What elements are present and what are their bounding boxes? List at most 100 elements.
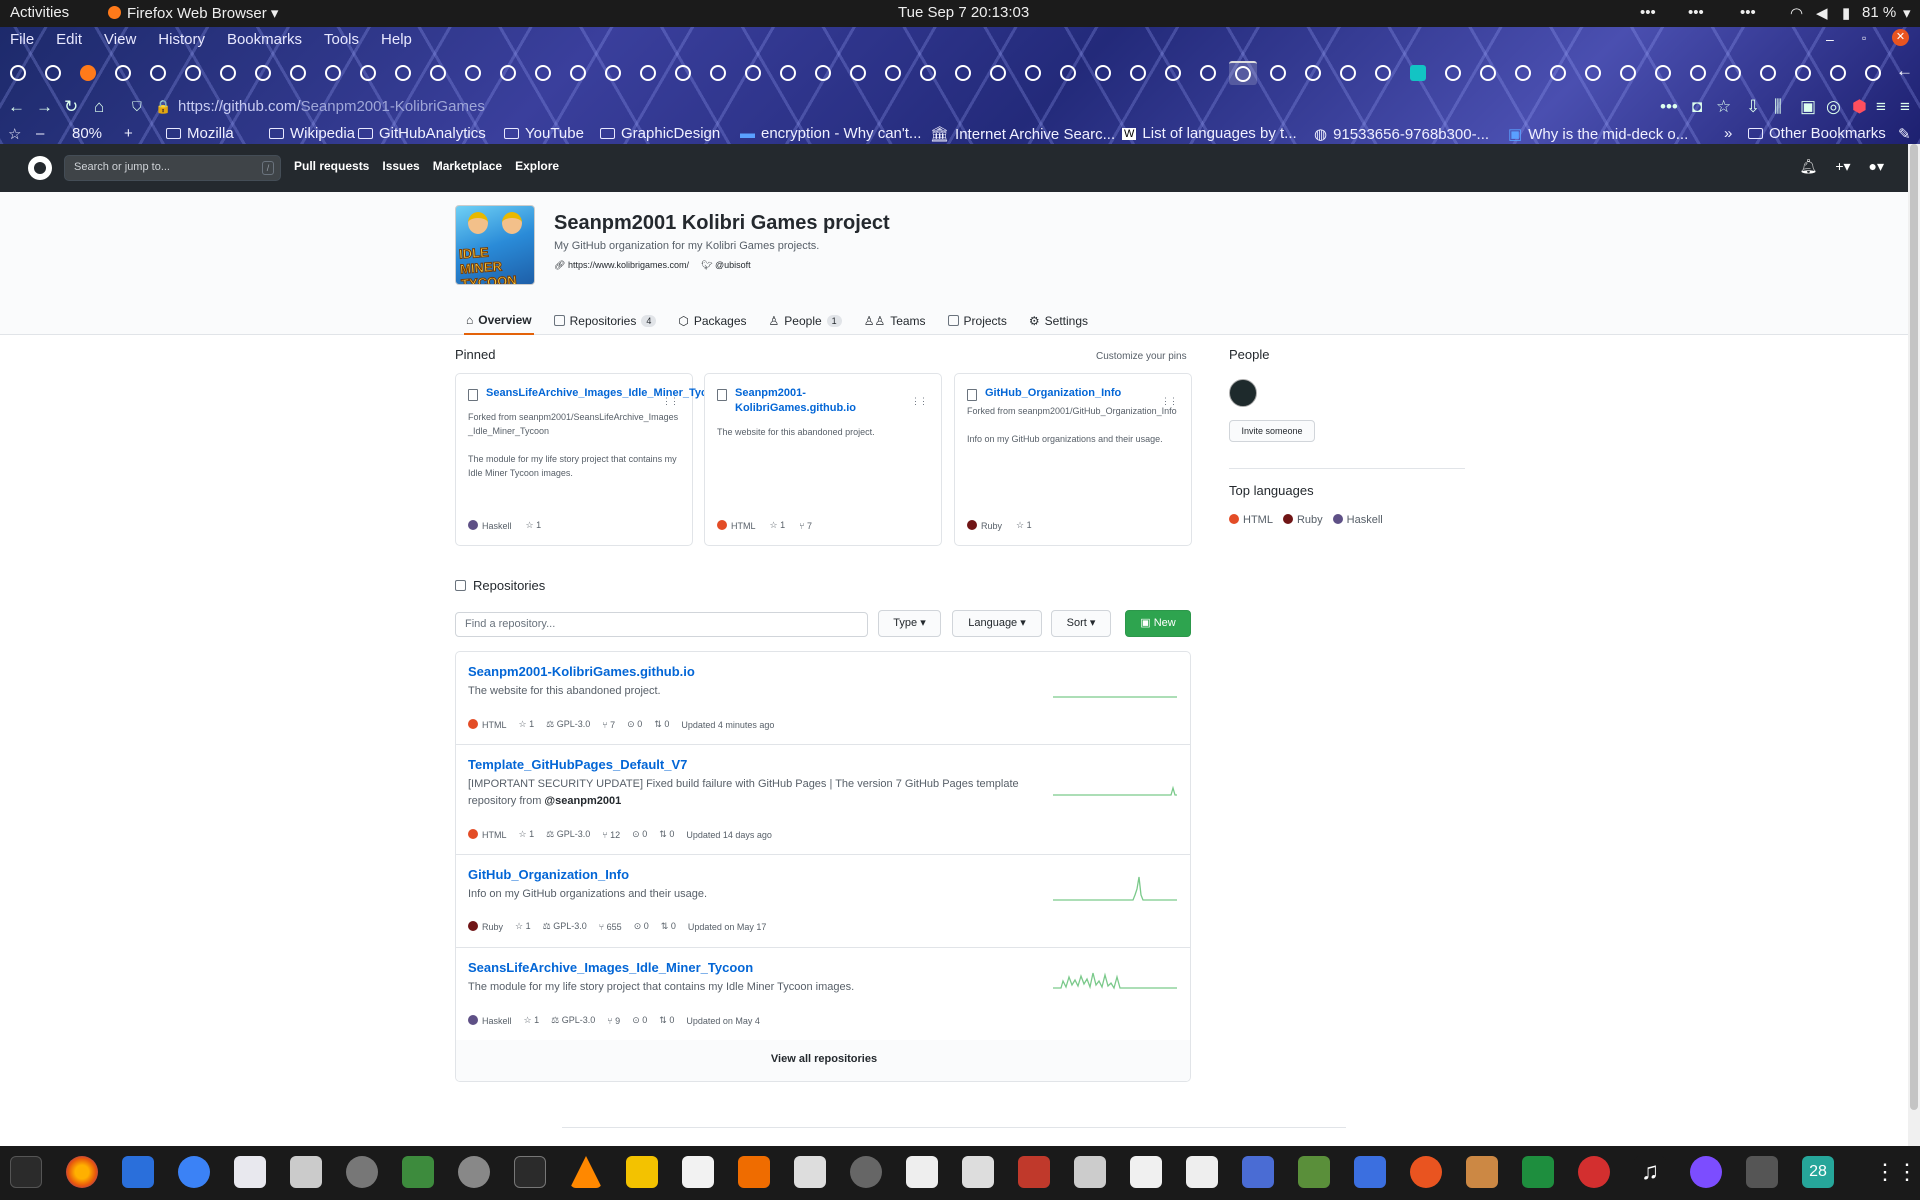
- browser-tab[interactable]: [1859, 61, 1887, 85]
- browser-tab[interactable]: [4, 61, 32, 85]
- alert-icon[interactable]: [1578, 1156, 1610, 1188]
- hamburger-icon[interactable]: ≡: [1900, 97, 1910, 117]
- browser-tab[interactable]: [1159, 61, 1187, 85]
- system-menu-icon[interactable]: ▾: [1903, 4, 1911, 22]
- member-avatar[interactable]: [1229, 379, 1257, 407]
- browser-tab[interactable]: [1369, 61, 1397, 85]
- pull-requests-link[interactable]: ⇅ 0: [661, 921, 676, 932]
- org-avatar[interactable]: IDLE MINER TYCOON: [455, 205, 535, 285]
- issues-link[interactable]: ⊙ 0: [632, 1015, 647, 1026]
- spreadsheet-icon[interactable]: [1522, 1156, 1554, 1188]
- type-filter-button[interactable]: Type ▾: [878, 610, 941, 637]
- browser-tab[interactable]: [1474, 61, 1502, 85]
- files-icon[interactable]: [290, 1156, 322, 1188]
- user-mention-link[interactable]: @seanpm2001: [544, 795, 621, 807]
- issues-link[interactable]: ⊙ 0: [627, 719, 642, 730]
- browser-tab[interactable]: [1264, 61, 1292, 85]
- repo-name-link[interactable]: GitHub_Organization_Info: [468, 867, 629, 882]
- pocket-icon[interactable]: ◘: [1692, 97, 1702, 117]
- screen-icon[interactable]: [1354, 1156, 1386, 1188]
- browser-tab[interactable]: [214, 61, 242, 85]
- pinned-repo-name[interactable]: SeansLifeArchive_Images_Idle_Miner_Tycoo…: [468, 386, 727, 401]
- pinned-card[interactable]: Seanpm2001-KolibriGames.github.io ⋮⋮ The…: [704, 373, 942, 546]
- forks-link[interactable]: ⑂ 7: [799, 521, 812, 531]
- browser-tab[interactable]: [1299, 61, 1327, 85]
- browser-tab[interactable]: [1194, 61, 1222, 85]
- browser-tab[interactable]: [634, 61, 662, 85]
- browser-tab[interactable]: [1719, 61, 1747, 85]
- tab-projects[interactable]: Projects: [946, 306, 1009, 335]
- browser-tab[interactable]: [984, 61, 1012, 85]
- tab-repositories[interactable]: Repositories 4: [552, 306, 659, 335]
- stars-link[interactable]: ☆ 1: [770, 520, 786, 531]
- browser-tab[interactable]: [1124, 61, 1152, 85]
- zoom-level[interactable]: 80%: [72, 125, 102, 142]
- browser-tab[interactable]: [144, 61, 172, 85]
- forks-link[interactable]: ⑂ 9: [607, 1016, 620, 1026]
- office-icon[interactable]: [906, 1156, 938, 1188]
- menu-file[interactable]: File: [10, 31, 34, 48]
- wrench-icon[interactable]: ✎: [1898, 125, 1911, 143]
- language-html[interactable]: HTML: [1229, 514, 1273, 526]
- ublock-icon[interactable]: ⬢: [1852, 97, 1867, 117]
- find-repository-input[interactable]: Find a repository...: [455, 612, 868, 637]
- issues-link[interactable]: ⊙ 0: [634, 921, 649, 932]
- pull-requests-link[interactable]: ⇅ 0: [654, 719, 669, 730]
- zoom-in-icon[interactable]: +: [124, 125, 133, 142]
- browser-tab[interactable]: [949, 61, 977, 85]
- browser-tab[interactable]: [879, 61, 907, 85]
- tasks-icon[interactable]: [1242, 1156, 1274, 1188]
- browser-tab[interactable]: [739, 61, 767, 85]
- language-filter-button[interactable]: Language ▾: [952, 610, 1042, 637]
- menu-history[interactable]: History: [158, 31, 205, 48]
- bookmarks-overflow-icon[interactable]: »: [1724, 125, 1732, 142]
- stars-link[interactable]: ☆ 1: [526, 520, 542, 531]
- reload-icon[interactable]: ↻: [64, 97, 78, 117]
- repo-name-link[interactable]: Template_GitHubPages_Default_V7: [468, 757, 687, 772]
- browser-tab[interactable]: [319, 61, 347, 85]
- pinned-repo-name[interactable]: GitHub_Organization_Info: [967, 386, 1179, 401]
- pinned-card[interactable]: SeansLifeArchive_Images_Idle_Miner_Tycoo…: [455, 373, 727, 546]
- browser-tab[interactable]: [74, 61, 102, 85]
- view-all-repositories-link[interactable]: View all repositories: [456, 1040, 1190, 1081]
- home-icon[interactable]: ⌂: [94, 97, 104, 117]
- browser-tab[interactable]: [914, 61, 942, 85]
- document-viewer-icon[interactable]: [122, 1156, 154, 1188]
- search-input[interactable]: Search or jump to... /: [64, 155, 281, 181]
- shield-icon[interactable]: ⛉: [132, 99, 142, 115]
- nav-marketplace[interactable]: Marketplace: [433, 159, 502, 173]
- drag-handle-icon[interactable]: ⋮⋮: [662, 396, 679, 407]
- overflow-icon-3[interactable]: •••: [1740, 4, 1756, 21]
- screen-recorder-icon[interactable]: [1690, 1156, 1722, 1188]
- browser-tab[interactable]: [1789, 61, 1817, 85]
- back-icon[interactable]: ←: [8, 97, 25, 117]
- bookmark-mid-deck[interactable]: ▣ Why is the mid-deck o...: [1508, 125, 1688, 144]
- browser-tab[interactable]: [354, 61, 382, 85]
- stars-link[interactable]: ☆ 1: [519, 829, 535, 840]
- font-viewer-icon[interactable]: [1130, 1156, 1162, 1188]
- create-new-icon[interactable]: +▾: [1835, 158, 1850, 175]
- backup-icon[interactable]: [1410, 1156, 1442, 1188]
- browser-tab[interactable]: [1684, 61, 1712, 85]
- browser-tab[interactable]: [599, 61, 627, 85]
- software-center-icon[interactable]: [738, 1156, 770, 1188]
- help-icon[interactable]: [178, 1156, 210, 1188]
- url-bar[interactable]: https://github.com/Seanpm2001-KolibriGam…: [178, 98, 485, 115]
- bookmark-graphicdesign[interactable]: GraphicDesign: [600, 125, 720, 142]
- bookmark-mozilla[interactable]: Mozilla: [166, 125, 234, 142]
- pull-requests-link[interactable]: ⇅ 0: [659, 829, 674, 840]
- org-website-link[interactable]: 🔗︎ https://www.kolibrigames.com/: [554, 260, 689, 271]
- bell-icon[interactable]: 🔔︎: [1800, 158, 1818, 175]
- menu-edit[interactable]: Edit: [56, 31, 82, 48]
- browser-tab[interactable]: [1334, 61, 1362, 85]
- show-apps-icon[interactable]: ⋮⋮: [1874, 1156, 1918, 1188]
- update-icon[interactable]: [458, 1156, 490, 1188]
- library-icon[interactable]: ⫼: [1774, 97, 1782, 117]
- browser-tab[interactable]: [39, 61, 67, 85]
- download-icon[interactable]: ⇩: [1746, 97, 1760, 117]
- bookmark-other[interactable]: Other Bookmarks: [1748, 125, 1886, 142]
- star-icon[interactable]: ☆: [1716, 97, 1731, 117]
- browser-tab[interactable]: [1439, 61, 1467, 85]
- browser-tab[interactable]: [844, 61, 872, 85]
- calendar-icon[interactable]: 28: [1802, 1156, 1834, 1188]
